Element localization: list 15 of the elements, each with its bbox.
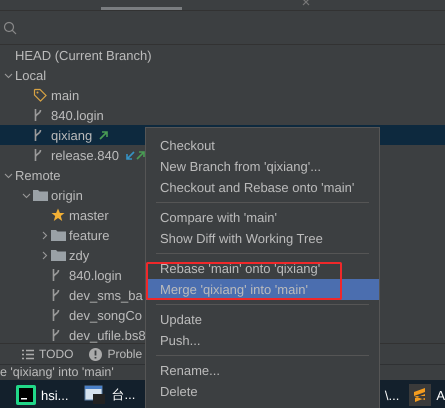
branch-name: 840.login — [51, 108, 104, 122]
branch-name: master — [69, 208, 109, 222]
branch-name: release.840 — [51, 148, 119, 162]
branch-name: HEAD (Current Branch) — [15, 48, 152, 62]
branch-name: dev_sms_ba — [69, 288, 143, 302]
branch-name: Local — [15, 68, 46, 82]
branch-name: 840.login — [69, 268, 122, 282]
branch-name: feature — [69, 228, 110, 242]
branch-name: dev_ufile.bs8 — [69, 328, 146, 342]
branch-name: Remote — [15, 168, 61, 182]
branch-name: origin — [51, 188, 83, 202]
branch-name: zdy — [69, 248, 90, 262]
branch-name: main — [51, 88, 80, 102]
branch-name: dev_songCo — [69, 308, 142, 322]
branch-name: qixiang — [51, 128, 92, 142]
